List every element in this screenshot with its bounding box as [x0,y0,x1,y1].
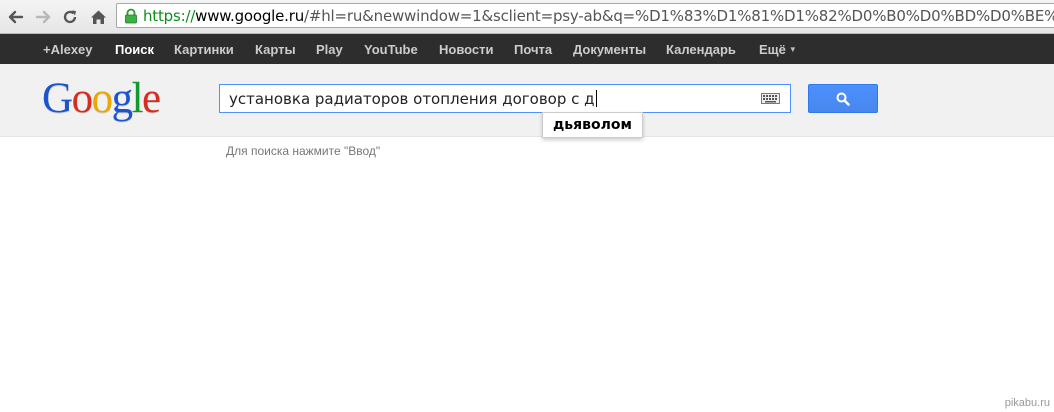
forward-arrow-icon [35,10,51,24]
watermark: pikabu.ru [1004,397,1050,409]
url-text: https://www.google.ru/#hl=ru&newwindow=1… [143,7,1054,25]
back-button[interactable] [6,7,26,27]
keyboard-icon[interactable] [761,93,780,104]
magnifier-icon [836,92,850,106]
reload-icon [63,10,77,24]
url-path: /#hl=ru&newwindow=1&sclient=psy-ab&q=%D1… [304,7,1054,25]
search-hint: Для поиска нажмите "Ввод" [226,144,381,158]
gbar-item-news[interactable]: Новости [439,42,494,57]
back-arrow-icon [8,10,24,24]
home-button[interactable] [88,7,108,27]
google-logo[interactable]: Google [42,75,161,122]
gbar-item-images[interactable]: Картинки [174,42,234,57]
browser-toolbar: https://www.google.ru/#hl=ru&newwindow=1… [0,0,1054,34]
search-query-container: установка радиаторов отопления договор с… [229,90,597,108]
gbar-item-youtube[interactable]: YouTube [364,42,418,57]
gbar-item-more[interactable]: Ещё ▼ [759,42,797,57]
google-top-bar: +Alexey Поиск Картинки Карты Play YouTub… [0,34,1054,64]
gbar-item-calendar[interactable]: Календарь [666,42,736,57]
gbar-item-documents[interactable]: Документы [573,42,646,57]
reload-button[interactable] [60,7,80,27]
url-host: www.google.ru [195,7,305,25]
logo-letter: g [111,75,134,122]
text-cursor [595,90,597,107]
autocomplete-suggestion[interactable]: дьяволом [542,112,643,138]
gbar-item-search[interactable]: Поиск [115,42,154,57]
logo-letter: l [131,75,144,122]
search-query: установка радиаторов отопления договор с… [229,90,595,108]
search-header: Google установка радиаторов отопления до… [0,64,1054,137]
forward-button[interactable] [33,7,53,27]
url-scheme: https:// [143,7,196,25]
dropdown-caret-icon: ▼ [788,45,797,54]
logo-letter: e [142,75,161,122]
gbar-item-plus-profile[interactable]: +Alexey [43,42,93,57]
lock-icon [125,8,137,24]
gbar-item-play[interactable]: Play [316,42,343,57]
logo-letter: o [71,75,94,122]
search-input[interactable]: установка радиаторов отопления договор с… [219,84,791,113]
gbar-item-maps[interactable]: Карты [255,42,296,57]
gbar-more-label: Ещё [759,42,786,57]
search-button[interactable] [808,84,878,113]
home-icon [90,10,106,24]
logo-letter: G [42,75,73,122]
gbar-item-mail[interactable]: Почта [514,42,552,57]
address-bar[interactable]: https://www.google.ru/#hl=ru&newwindow=1… [116,3,1054,28]
logo-letter: o [91,75,114,122]
